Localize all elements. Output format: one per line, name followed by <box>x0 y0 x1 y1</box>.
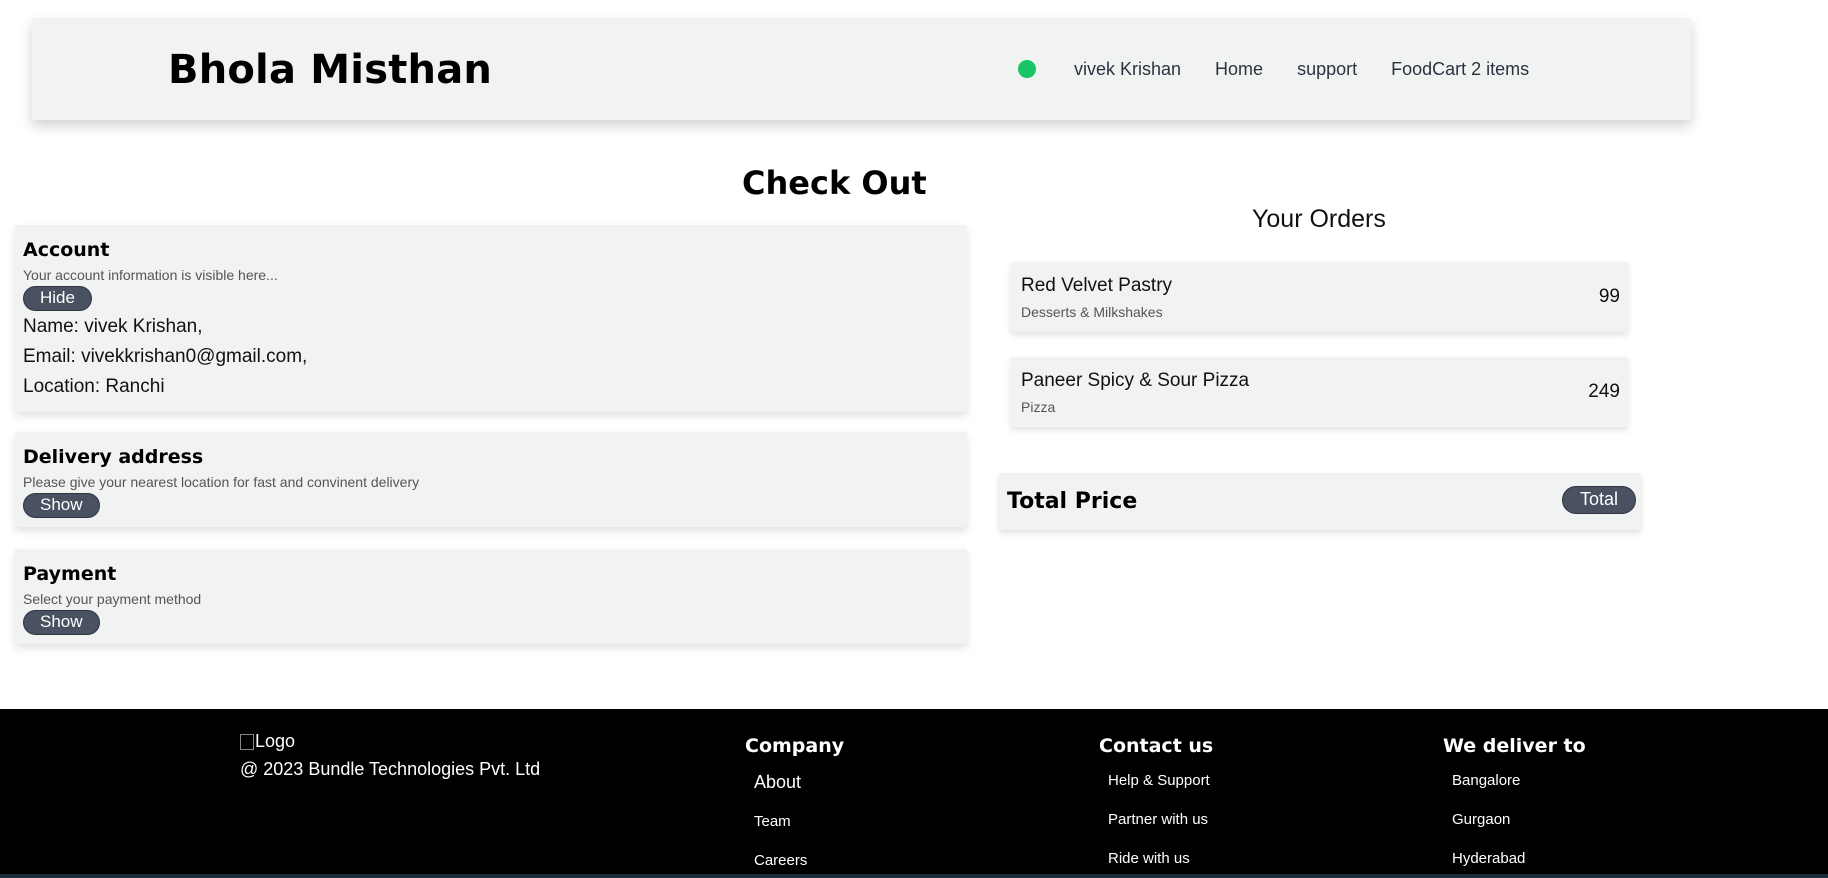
payment-show-button[interactable]: Show <box>23 610 100 635</box>
footer-link-hyderabad[interactable]: Hyderabad <box>1452 850 1525 867</box>
logo-alt-text: Logo <box>255 731 296 751</box>
footer-link-gurgaon[interactable]: Gurgaon <box>1452 811 1510 828</box>
footer-link-careers[interactable]: Careers <box>754 852 807 869</box>
delivery-subtitle: Please give your nearest location for fa… <box>23 474 420 490</box>
account-subtitle: Your account information is visible here… <box>23 267 278 283</box>
order-item-name: Red Velvet Pastry <box>1021 275 1173 296</box>
page-title: Check Out <box>742 164 927 202</box>
footer-link-about[interactable]: About <box>754 772 801 793</box>
payment-subtitle: Select your payment method <box>23 591 202 607</box>
order-item[interactable]: Red Velvet Pastry Desserts & Milkshakes … <box>1011 262 1628 332</box>
account-card: Account Your account information is visi… <box>15 225 967 412</box>
account-email: Email: vivekkrishan0@gmail.com, <box>23 346 308 367</box>
footer-deliver-title: We deliver to <box>1443 735 1586 757</box>
order-item-price: 99 <box>1598 286 1620 307</box>
footer-divider <box>0 874 1828 878</box>
brand-title[interactable]: Bhola Misthan <box>168 47 492 93</box>
footer-link-team[interactable]: Team <box>754 813 791 830</box>
order-item-category: Pizza <box>1021 399 1056 415</box>
payment-title: Payment <box>23 563 117 585</box>
orders-title: Your Orders <box>1252 205 1386 233</box>
order-item[interactable]: Paneer Spicy & Sour Pizza Pizza 249 <box>1011 357 1628 427</box>
account-location: Location: Ranchi <box>23 376 165 397</box>
nav-support-link[interactable]: support <box>1297 59 1357 80</box>
order-item-price: 249 <box>1588 381 1620 402</box>
delivery-title: Delivery address <box>23 446 204 468</box>
nav-home-link[interactable]: Home <box>1215 59 1263 80</box>
copyright-text: @ 2023 Bundle Technologies Pvt. Ltd <box>240 759 541 779</box>
order-item-category: Desserts & Milkshakes <box>1021 304 1163 320</box>
footer-link-partner[interactable]: Partner with us <box>1108 811 1208 828</box>
online-status-dot-icon <box>1018 60 1036 78</box>
top-navbar: Bhola Misthan vivek Krishan Home support… <box>32 18 1691 120</box>
total-price-box: Total Price Total <box>999 473 1641 530</box>
footer-link-help-support[interactable]: Help & Support <box>1108 772 1210 789</box>
account-hide-button[interactable]: Hide <box>23 286 92 311</box>
nav-user-name[interactable]: vivek Krishan <box>1074 59 1181 80</box>
account-title: Account <box>23 239 110 261</box>
footer: Logo @ 2023 Bundle Technologies Pvt. Ltd… <box>0 709 1828 878</box>
order-item-name: Paneer Spicy & Sour Pizza <box>1021 370 1250 391</box>
delivery-show-button[interactable]: Show <box>23 493 100 518</box>
footer-company-title: Company <box>745 735 845 757</box>
footer-link-ride[interactable]: Ride with us <box>1108 850 1190 867</box>
delivery-card: Delivery address Please give your neares… <box>15 432 967 527</box>
total-price-label: Total Price <box>1007 489 1138 514</box>
footer-link-bangalore[interactable]: Bangalore <box>1452 772 1520 789</box>
payment-card: Payment Select your payment method Show <box>15 549 967 644</box>
nav-links: vivek Krishan Home support FoodCart 2 it… <box>1018 18 1563 120</box>
nav-foodcart-link[interactable]: FoodCart 2 items <box>1391 59 1529 80</box>
footer-logo[interactable]: Logo <box>240 731 295 752</box>
broken-image-icon <box>240 734 254 750</box>
footer-contact-title: Contact us <box>1099 735 1214 757</box>
total-button[interactable]: Total <box>1561 486 1636 514</box>
account-name: Name: vivek Krishan, <box>23 316 203 337</box>
